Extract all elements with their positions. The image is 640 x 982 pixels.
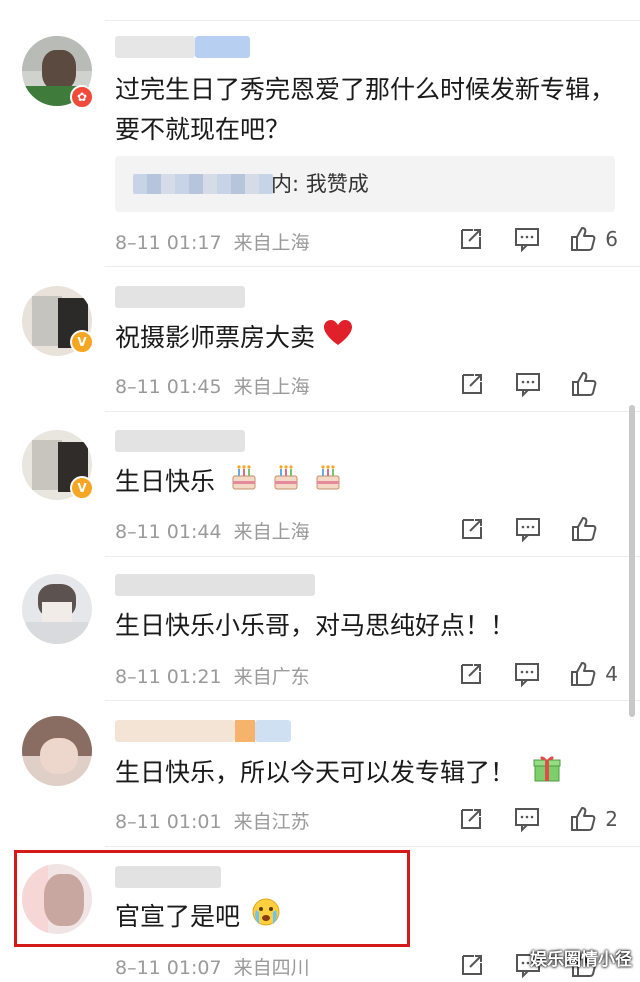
comment-icon[interactable] (513, 225, 541, 253)
like-icon[interactable] (570, 0, 592, 8)
comment-actions: 6 (429, 222, 618, 256)
location: 来自江苏 (233, 811, 310, 833)
timestamp: 8–11 01:21 (115, 666, 222, 688)
location: 来自上海 (233, 521, 310, 543)
comment-icon[interactable] (514, 370, 542, 398)
timestamp: 8–11 01:17 (115, 232, 222, 254)
birthday-cake-icon (313, 462, 343, 504)
comment-text: 生日快乐 (115, 462, 343, 504)
divider (105, 556, 640, 557)
divider (105, 20, 640, 21)
comment-meta: 8–11 01:21 来自广东 (115, 662, 310, 689)
like-button[interactable]: 2 (569, 805, 618, 833)
watermark: 娱乐圈情小径 (530, 950, 632, 970)
comment-icon[interactable] (515, 0, 537, 8)
share-icon[interactable] (458, 515, 486, 543)
avatar[interactable] (22, 716, 92, 786)
like-button[interactable] (570, 515, 618, 543)
reply-username (133, 174, 273, 194)
divider (105, 266, 640, 267)
birthday-cake-icon (271, 462, 301, 504)
comment-icon[interactable] (514, 515, 542, 543)
like-count: 4 (605, 662, 618, 686)
like-icon[interactable] (569, 805, 597, 833)
location: 来自广东 (233, 666, 310, 688)
previous-comment-actions (0, 0, 640, 20)
comment-icon[interactable] (513, 805, 541, 833)
like-button[interactable]: 4 (569, 660, 618, 688)
like-count: 6 (605, 227, 618, 251)
gift-icon (531, 752, 563, 796)
share-icon[interactable] (458, 951, 486, 979)
verified-badge-icon: V (70, 330, 94, 354)
comment-actions (430, 512, 618, 546)
comment-feed: ✿ 过完生日了秀完恩爱了那什么时候发新专辑，要不就现在吧？ 内: 我赞成 8–1… (0, 0, 640, 982)
red-heart-icon (323, 319, 353, 359)
divider (105, 411, 640, 412)
comment-meta: 8–11 01:44 来自上海 (115, 517, 310, 544)
timestamp: 8–11 01:45 (115, 376, 222, 398)
share-icon[interactable] (457, 805, 485, 833)
share-icon[interactable] (455, 0, 477, 8)
timestamp: 8–11 01:07 (115, 957, 222, 979)
like-count: 2 (605, 807, 618, 831)
comment-meta: 8–11 01:17 来自上海 (115, 228, 310, 255)
reply-preview[interactable]: 内: 我赞成 (115, 156, 615, 212)
comment-meta: 8–11 01:45 来自上海 (115, 372, 310, 399)
avatar[interactable] (22, 574, 92, 644)
timestamp: 8–11 01:01 (115, 811, 222, 833)
verified-badge-icon: ✿ (70, 85, 94, 109)
like-button[interactable] (570, 370, 618, 398)
timestamp: 8–11 01:44 (115, 521, 222, 543)
comment-text: 生日快乐小乐哥，对马思纯好点！！ (115, 611, 516, 640)
comment-meta: 8–11 01:07 来自四川 (115, 953, 310, 980)
like-icon[interactable] (570, 515, 598, 543)
comment-text: 祝摄影师票房大卖 (115, 318, 353, 359)
like-icon[interactable] (569, 225, 597, 253)
share-icon[interactable] (457, 660, 485, 688)
divider (105, 700, 640, 701)
share-icon[interactable] (457, 225, 485, 253)
location: 来自上海 (233, 232, 310, 254)
verified-badge-icon: V (70, 476, 94, 500)
share-icon[interactable] (458, 370, 486, 398)
comment-text: 过完生日了秀完恩爱了那什么时候发新专辑，要不就现在吧？ (115, 75, 616, 144)
comment-icon[interactable] (513, 660, 541, 688)
comment-text: 生日快乐，所以今天可以发专辑了！ (115, 752, 563, 796)
comment-actions: 2 (429, 802, 618, 836)
comment-meta: 8–11 01:01 来自江苏 (115, 807, 310, 834)
comment-actions: 4 (429, 657, 618, 691)
location: 来自四川 (233, 957, 310, 979)
birthday-cake-icon (229, 462, 259, 504)
like-button[interactable]: 6 (569, 225, 618, 253)
location: 来自上海 (233, 376, 310, 398)
scrollbar[interactable] (629, 405, 635, 717)
reply-text: 内: 我赞成 (271, 172, 369, 196)
comment-actions (430, 367, 618, 401)
divider (105, 846, 640, 847)
like-icon[interactable] (569, 660, 597, 688)
like-icon[interactable] (570, 370, 598, 398)
highlight-box (14, 850, 410, 947)
